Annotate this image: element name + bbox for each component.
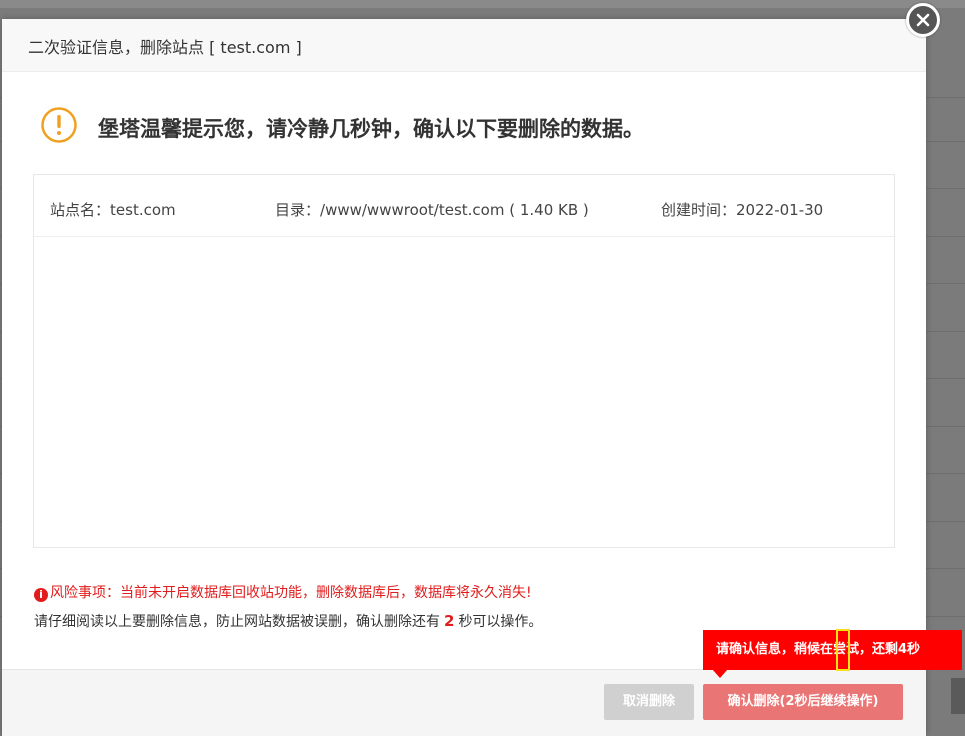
background-top-bar xyxy=(0,0,965,8)
text-cursor-highlight xyxy=(836,629,850,671)
warning-icon xyxy=(40,106,78,144)
created-time-value: 2022-01-30 xyxy=(736,201,824,219)
cancel-delete-button[interactable]: 取消删除 xyxy=(604,684,694,720)
info-icon: i xyxy=(34,588,48,602)
read-notice: 请仔细阅读以上要删除信息，防止网站数据被误删，确认删除还有 2 秒可以操作。 xyxy=(34,611,542,631)
dialog-footer: 取消删除 确认删除(2秒后继续操作) xyxy=(2,669,926,736)
created-time-cell: 创建时间：2022-01-30 xyxy=(661,199,823,220)
delete-site-dialog: 二次验证信息，删除站点 [ test.com ] 堡塔温馨提示您，请冷静几秒钟，… xyxy=(2,19,926,736)
confirm-delete-button[interactable]: 确认删除(2秒后继续操作) xyxy=(703,684,903,720)
risk-text: 风险事项：当前未开启数据库回收站功能，删除数据库后，数据库将永久消失! xyxy=(50,585,532,601)
dialog-header: 二次验证信息，删除站点 [ test.com ] xyxy=(2,19,926,72)
dialog-title: 二次验证信息，删除站点 [ test.com ] xyxy=(28,38,302,57)
delete-info-box: 站点名：test.com 目录：/www/wwwroot/test.com ( … xyxy=(33,174,895,548)
close-button[interactable] xyxy=(906,3,940,37)
created-time-label: 创建时间： xyxy=(661,201,737,219)
warning-heading: 堡塔温馨提示您，请冷静几秒钟，确认以下要删除的数据。 xyxy=(98,117,644,141)
risk-warning: i 风险事项：当前未开启数据库回收站功能，删除数据库后，数据库将永久消失! xyxy=(34,582,532,602)
site-name-value: test.com xyxy=(110,201,176,219)
directory-label: 目录： xyxy=(275,201,321,219)
directory-value: /www/wwwroot/test.com ( 1.40 KB ) xyxy=(320,201,589,219)
read-notice-text: 请仔细阅读以上要删除信息，防止网站数据被误删，确认删除还有 xyxy=(34,614,440,630)
directory-cell: 目录：/www/wwwroot/test.com ( 1.40 KB ) xyxy=(275,199,589,220)
read-notice-suffix: 秒可以操作。 xyxy=(458,614,543,630)
background-scrollbar xyxy=(951,678,965,714)
site-name-label: 站点名： xyxy=(50,201,111,219)
countdown-tooltip: 请确认信息，稍候在尝试，还剩4秒 xyxy=(703,630,962,670)
warning-banner: 堡塔温馨提示您，请冷静几秒钟，确认以下要删除的数据。 xyxy=(40,106,900,146)
tooltip-arrow xyxy=(712,669,728,678)
info-row: 站点名：test.com 目录：/www/wwwroot/test.com ( … xyxy=(34,175,894,237)
site-name-cell: 站点名：test.com xyxy=(50,199,176,220)
countdown-value: 2 xyxy=(444,612,455,630)
